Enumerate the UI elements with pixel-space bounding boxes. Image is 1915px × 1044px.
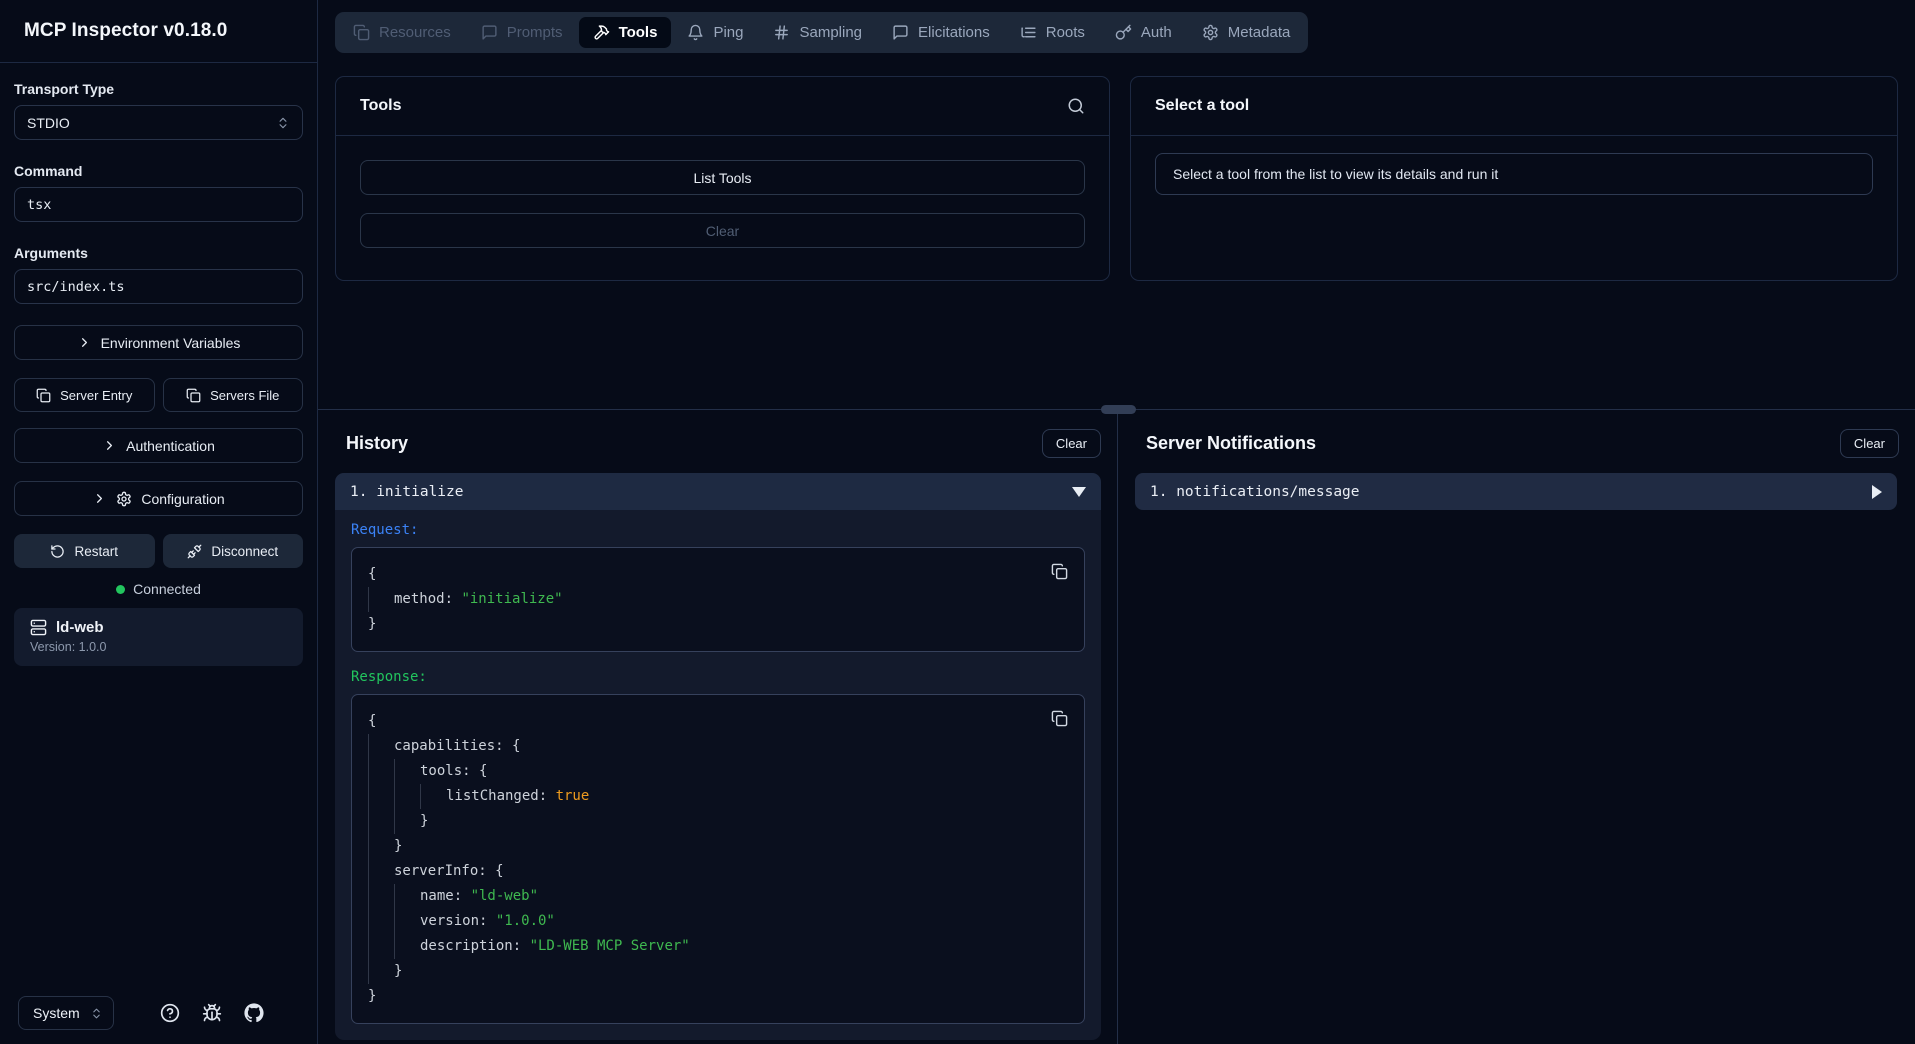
list-tools-button[interactable]: List Tools bbox=[360, 160, 1085, 195]
notification-item[interactable]: 1. notifications/message bbox=[1135, 473, 1897, 510]
select-tool-hint: Select a tool from the list to view its … bbox=[1155, 153, 1873, 195]
tab-metadata[interactable]: Metadata bbox=[1188, 17, 1305, 48]
history-item: 1. initialize Request: {method: "initial… bbox=[335, 473, 1101, 1040]
server-notifications-title: Server Notifications bbox=[1146, 433, 1316, 454]
clear-notifications-button[interactable]: Clear bbox=[1840, 429, 1899, 458]
bell-icon bbox=[687, 24, 704, 41]
horizontal-resize-divider[interactable] bbox=[318, 409, 1915, 410]
copy-icon bbox=[1051, 563, 1068, 580]
connection-status: Connected bbox=[14, 581, 303, 597]
arguments-input[interactable] bbox=[14, 269, 303, 304]
server-version: Version: 1.0.0 bbox=[30, 640, 287, 654]
search-icon[interactable] bbox=[1067, 97, 1085, 115]
message-square-icon bbox=[481, 24, 498, 41]
github-icon bbox=[244, 1003, 264, 1023]
unplug-icon bbox=[187, 544, 202, 559]
tab-sampling[interactable]: Sampling bbox=[759, 17, 876, 48]
disconnect-button[interactable]: Disconnect bbox=[163, 534, 304, 568]
tab-prompts[interactable]: Prompts bbox=[467, 17, 577, 48]
restart-icon bbox=[50, 544, 65, 559]
chevron-right-icon bbox=[92, 491, 107, 506]
help-button[interactable] bbox=[160, 1003, 180, 1023]
response-code-block: {capabilities: {tools: {listChanged: tru… bbox=[351, 694, 1085, 1024]
copy-response-button[interactable] bbox=[1045, 704, 1073, 732]
servers-file-button[interactable]: Servers File bbox=[163, 378, 304, 412]
sidebar: MCP Inspector v0.18.0 Transport Type STD… bbox=[0, 0, 318, 1044]
server-icon bbox=[30, 619, 47, 636]
history-section: History Clear 1. initialize Request: bbox=[318, 410, 1118, 1044]
resize-grip-icon[interactable] bbox=[1101, 405, 1136, 414]
chevrons-up-down-icon bbox=[276, 116, 290, 130]
clear-tools-button[interactable]: Clear bbox=[360, 213, 1085, 248]
clear-history-button[interactable]: Clear bbox=[1042, 429, 1101, 458]
expand-triangle-icon bbox=[1872, 485, 1882, 499]
chevrons-up-down-icon bbox=[90, 1007, 103, 1020]
tab-roots[interactable]: Roots bbox=[1006, 17, 1099, 48]
transport-type-select[interactable]: STDIO bbox=[14, 105, 303, 140]
status-dot-icon bbox=[116, 585, 125, 594]
authentication-toggle[interactable]: Authentication bbox=[14, 428, 303, 463]
hammer-icon bbox=[593, 24, 610, 41]
command-input[interactable] bbox=[14, 187, 303, 222]
tab-auth[interactable]: Auth bbox=[1101, 17, 1186, 48]
restart-button[interactable]: Restart bbox=[14, 534, 155, 568]
response-label: Response: bbox=[351, 669, 1085, 685]
notification-item-label: 1. notifications/message bbox=[1150, 484, 1360, 500]
tab-ping[interactable]: Ping bbox=[673, 17, 757, 48]
chevron-right-icon bbox=[102, 438, 117, 453]
app-title: MCP Inspector v0.18.0 bbox=[0, 0, 317, 63]
gear-icon bbox=[1202, 24, 1219, 41]
app-window: MCP Inspector v0.18.0 Transport Type STD… bbox=[0, 0, 1915, 1044]
server-name: ld-web bbox=[56, 619, 104, 636]
arguments-label: Arguments bbox=[14, 245, 303, 261]
copy-icon bbox=[186, 388, 201, 403]
server-entry-button[interactable]: Server Entry bbox=[14, 378, 155, 412]
chevron-right-icon bbox=[77, 335, 92, 350]
gear-icon bbox=[116, 491, 132, 507]
top-section: Resources Prompts Tools Ping Sampling bbox=[318, 0, 1915, 409]
bug-icon bbox=[202, 1003, 222, 1023]
server-info-card: ld-web Version: 1.0.0 bbox=[14, 608, 303, 666]
history-item-header[interactable]: 1. initialize bbox=[335, 473, 1101, 510]
environment-variables-toggle[interactable]: Environment Variables bbox=[14, 325, 303, 360]
server-notifications-section: Server Notifications Clear 1. notificati… bbox=[1118, 410, 1915, 1044]
tools-panel: Tools List Tools Clear bbox=[335, 76, 1110, 281]
github-button[interactable] bbox=[244, 1003, 264, 1023]
transport-type-label: Transport Type bbox=[14, 81, 303, 97]
hash-icon bbox=[773, 24, 790, 41]
transport-type-value: STDIO bbox=[27, 115, 70, 131]
theme-select[interactable]: System bbox=[18, 996, 114, 1030]
tab-tools[interactable]: Tools bbox=[579, 17, 672, 48]
select-tool-title: Select a tool bbox=[1155, 97, 1249, 115]
select-tool-panel: Select a tool Select a tool from the lis… bbox=[1130, 76, 1898, 281]
copy-icon bbox=[36, 388, 51, 403]
help-circle-icon bbox=[160, 1003, 180, 1023]
list-tree-icon bbox=[1020, 24, 1037, 41]
history-title: History bbox=[346, 433, 408, 454]
history-item-label: 1. initialize bbox=[350, 484, 464, 500]
configuration-toggle[interactable]: Configuration bbox=[14, 481, 303, 516]
request-label: Request: bbox=[351, 522, 1085, 538]
bug-report-button[interactable] bbox=[202, 1003, 222, 1023]
request-code-block: {method: "initialize"} bbox=[351, 547, 1085, 652]
copy-icon bbox=[1051, 710, 1068, 727]
tools-panel-title: Tools bbox=[360, 97, 401, 115]
tab-elicitations[interactable]: Elicitations bbox=[878, 17, 1004, 48]
collapse-triangle-icon bbox=[1072, 487, 1086, 497]
key-icon bbox=[1115, 24, 1132, 41]
tab-resources[interactable]: Resources bbox=[339, 17, 465, 48]
nav-tabbar: Resources Prompts Tools Ping Sampling bbox=[335, 12, 1308, 53]
command-label: Command bbox=[14, 163, 303, 179]
copy-request-button[interactable] bbox=[1045, 557, 1073, 585]
message-square-icon bbox=[892, 24, 909, 41]
files-icon bbox=[353, 24, 370, 41]
